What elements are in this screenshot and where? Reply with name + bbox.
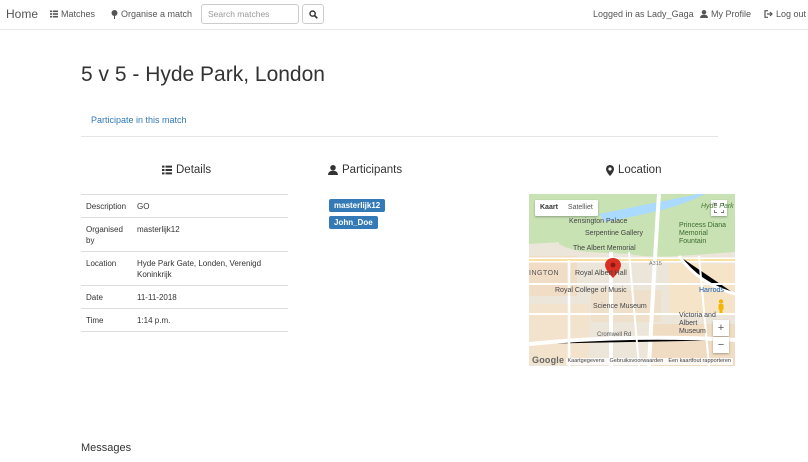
location-heading: Location	[606, 164, 661, 176]
detail-key: Date	[81, 285, 132, 309]
map-label-science-museum: Science Museum	[593, 303, 647, 310]
nav-profile-label: My Profile	[711, 9, 752, 19]
map-label-harrods: Harrods	[699, 287, 724, 294]
participants-heading-label: Participants	[342, 164, 403, 176]
table-row: Description GO	[81, 194, 288, 218]
list-icon	[50, 10, 58, 18]
search-input[interactable]	[201, 4, 299, 24]
user-icon	[328, 165, 338, 175]
logout-icon	[764, 10, 773, 18]
map-label-royal-albert-hall: Royal Albert Hall	[575, 270, 627, 277]
detail-key: Location	[81, 251, 132, 286]
messages-heading: Messages	[81, 442, 132, 454]
google-logo-text: Google	[532, 355, 565, 365]
detail-value: GO	[132, 194, 288, 218]
search-button[interactable]	[302, 4, 324, 24]
map-type-satellite[interactable]: Satelliet	[563, 200, 598, 216]
google-logo: Google	[532, 355, 564, 365]
map[interactable]: Kaart Satelliet Hyde Park Kensington Pal…	[529, 194, 735, 366]
participant-badge[interactable]: John_Doe	[329, 216, 378, 229]
divider	[81, 136, 718, 137]
nav-profile[interactable]: My Profile	[700, 9, 751, 19]
map-type-control[interactable]: Kaart Satelliet	[535, 200, 598, 216]
detail-value: Hyde Park Gate, Londen, Verenigd Koninkr…	[132, 251, 288, 286]
pegman-button[interactable]	[713, 298, 729, 314]
map-marker-icon	[606, 164, 614, 176]
details-heading: Details	[162, 164, 211, 176]
nav-matches[interactable]: Matches	[50, 9, 95, 19]
participants-heading: Participants	[328, 164, 402, 176]
nav-organise-label: Organise a match	[121, 9, 193, 19]
map-label-kensington: INGTON	[529, 270, 560, 277]
tree-icon	[111, 9, 118, 19]
nav-organise[interactable]: Organise a match	[111, 9, 192, 19]
location-heading-label: Location	[618, 164, 662, 176]
map-label-kensington-palace: Kensington Palace	[569, 218, 628, 225]
map-label-royal-college: Royal College of Music	[555, 287, 627, 294]
detail-key: Description	[81, 194, 132, 218]
map-attribution: Kaartgegevens Gebruiksvoorwaarden Een ka…	[565, 358, 733, 365]
zoom-out-button[interactable]: −	[713, 337, 729, 353]
logged-in-text: Logged in as Lady_Gaga	[593, 9, 694, 19]
map-label-cromwell: Cromwell Rd	[597, 332, 632, 338]
detail-key: Organised by	[81, 217, 132, 252]
map-background	[529, 194, 735, 366]
navbar: Home Matches Organise a match Logged in …	[0, 0, 808, 30]
map-label-albert-memorial: The Albert Memorial	[573, 245, 636, 252]
pegman-icon	[718, 299, 724, 313]
map-label-hyde-park: Hyde Park	[701, 203, 734, 210]
user-icon	[700, 10, 708, 18]
detail-key: Time	[81, 308, 132, 332]
detail-value: 1:14 p.m.	[132, 308, 288, 332]
map-terms-link[interactable]: Gebruiksvoorwaarden	[610, 358, 664, 365]
page-title: 5 v 5 - Hyde Park, London	[81, 63, 325, 86]
map-label-princess-diana: Princess Diana Memorial Fountain	[679, 222, 727, 245]
table-row: Date 11-11-2018	[81, 285, 288, 309]
map-type-map[interactable]: Kaart	[535, 200, 563, 216]
list-icon	[162, 165, 172, 175]
participant-badge[interactable]: masterlijk12	[329, 199, 386, 212]
participate-link[interactable]: Participate in this match	[91, 115, 187, 125]
zoom-in-button[interactable]: +	[713, 320, 729, 336]
table-row: Organised by masterlijk12	[81, 217, 288, 252]
details-heading-label: Details	[176, 164, 212, 176]
map-label-a315: A315	[649, 261, 662, 267]
home-link[interactable]: Home	[6, 7, 38, 21]
nav-logout[interactable]: Log out	[764, 9, 806, 19]
nav-logout-label: Log out	[776, 9, 807, 19]
details-table: Description GO Organised by masterlijk12…	[81, 194, 288, 332]
map-report-link[interactable]: Een kaartfout rapporteren	[668, 358, 731, 365]
search-icon	[308, 9, 318, 19]
detail-value: masterlijk12	[132, 217, 288, 252]
table-row: Time 1:14 p.m.	[81, 308, 288, 332]
detail-value: 11-11-2018	[132, 285, 288, 309]
map-label-serpentine: Serpentine Gallery	[585, 230, 643, 237]
nav-matches-label: Matches	[61, 9, 96, 19]
table-row: Location Hyde Park Gate, Londen, Verenig…	[81, 251, 288, 286]
map-data-link[interactable]: Kaartgegevens	[568, 358, 605, 365]
